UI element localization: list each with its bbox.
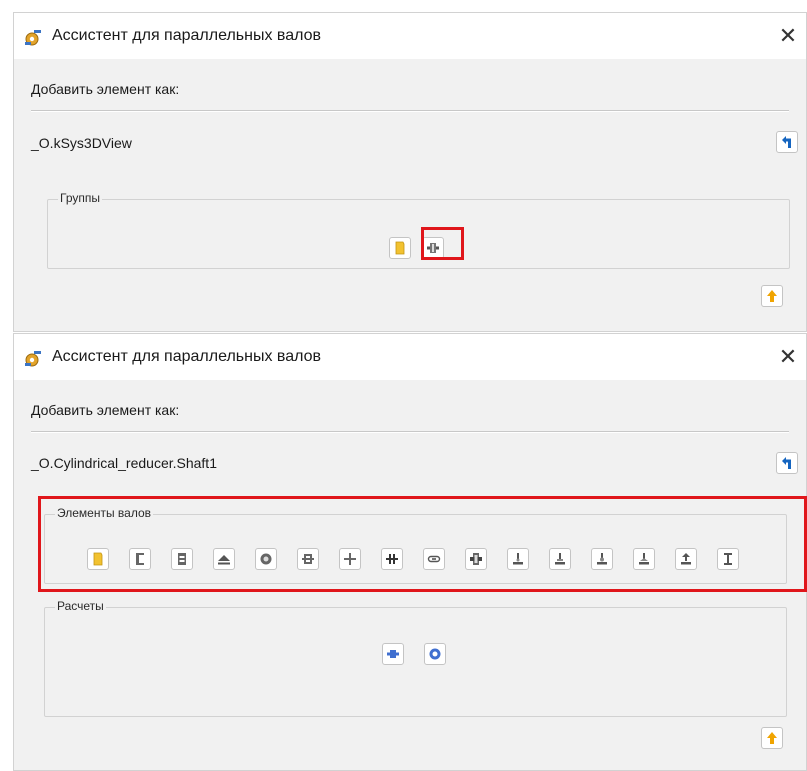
collar-element-button[interactable] (465, 548, 487, 570)
shaft-elements-box: Элементы валов (44, 506, 787, 584)
shaft-assistant-icon (23, 349, 43, 369)
hub-element-button[interactable] (297, 548, 319, 570)
bearing-1-button[interactable] (507, 548, 529, 570)
shaft-elements-label: Элементы валов (55, 506, 154, 520)
bearing-icon (513, 553, 523, 565)
window-title: Ассистент для параллельных валов (52, 27, 322, 44)
shaft-calc-icon (387, 650, 399, 658)
folder-icon (93, 552, 103, 566)
add-group-button[interactable] (389, 237, 411, 259)
cone-icon (218, 555, 230, 565)
bearing-icon (597, 553, 607, 565)
gear-element-button[interactable] (255, 548, 277, 570)
add-element-as-label: Добавить элемент как: (31, 81, 180, 97)
groups-label: Группы (58, 191, 102, 205)
shaft-calculation-button[interactable] (382, 643, 404, 665)
separator (31, 110, 789, 112)
calculations-label: Расчеты (55, 599, 106, 613)
go-to-parent-button[interactable] (776, 131, 798, 153)
collar-icon (470, 553, 482, 565)
add-shaft-button[interactable] (422, 237, 444, 259)
bearing-3-button[interactable] (591, 548, 613, 570)
cylinder-section-icon (178, 553, 186, 565)
end-face-icon (724, 553, 732, 565)
spline-element-button[interactable] (339, 548, 361, 570)
close-button[interactable]: ✕ (774, 343, 802, 371)
title-bar: Ассистент для параллельных валов ✕ (14, 13, 806, 59)
shaft-assistant-icon (23, 28, 43, 48)
key-icon (427, 555, 441, 563)
return-arrow-icon (782, 136, 791, 148)
up-arrow-icon (767, 732, 777, 744)
gear-icon (260, 553, 272, 565)
assistant-window-2: Ассистент для параллельных валов ✕ Добав… (13, 333, 807, 771)
end-face-button[interactable] (717, 548, 739, 570)
cone-section-button[interactable] (213, 548, 235, 570)
bearing-2-button[interactable] (549, 548, 571, 570)
title-bar: Ассистент для параллельных валов ✕ (14, 334, 806, 380)
bearing-calc-icon (429, 648, 441, 660)
bearing-icon (555, 553, 565, 565)
return-arrow-icon (782, 457, 791, 469)
separator (31, 431, 789, 433)
window-title: Ассистент для параллельных валов (52, 348, 322, 365)
add-element-as-label: Добавить элемент как: (31, 402, 180, 418)
key-element-button[interactable] (423, 548, 445, 570)
spline-icon (344, 553, 356, 565)
close-button[interactable]: ✕ (774, 22, 802, 50)
target-path: _O.kSys3DView (31, 135, 132, 151)
move-up-button[interactable] (761, 727, 783, 749)
groups-box: Группы (47, 191, 790, 269)
go-to-parent-button[interactable] (776, 452, 798, 474)
bearing-4-button[interactable] (633, 548, 655, 570)
cylindrical-section-button[interactable] (171, 548, 193, 570)
support-up-button[interactable] (675, 548, 697, 570)
bearing-calculation-button[interactable] (424, 643, 446, 665)
bearing-icon (639, 553, 649, 565)
target-path: _O.Cylindrical_reducer.Shaft1 (31, 455, 217, 471)
folder-icon (395, 241, 405, 255)
support-up-icon (681, 553, 691, 565)
shaft-icon (427, 243, 439, 253)
shaft-end-button[interactable] (129, 548, 151, 570)
assistant-window-1: Ассистент для параллельных валов ✕ Добав… (13, 12, 807, 332)
up-arrow-icon (767, 290, 777, 302)
move-up-button[interactable] (761, 285, 783, 307)
calculations-box: Расчеты (44, 599, 787, 717)
coupling-element-button[interactable] (381, 548, 403, 570)
hub-icon (302, 554, 314, 564)
coupling-icon (386, 554, 398, 564)
add-folder-button[interactable] (87, 548, 109, 570)
shaft-end-icon (136, 553, 144, 565)
